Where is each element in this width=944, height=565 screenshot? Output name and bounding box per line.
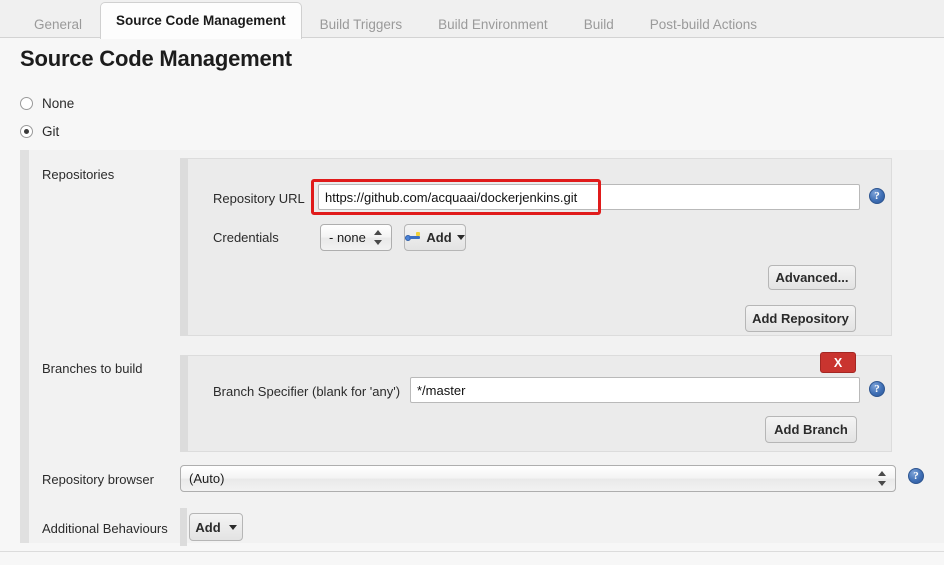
scm-option-none[interactable]: None (20, 94, 74, 112)
radio-none-icon[interactable] (20, 96, 33, 110)
add-branch-button-label: Add Branch (774, 422, 848, 437)
branch-block-indicator (180, 355, 187, 452)
add-behaviour-button-label: Add (195, 519, 221, 535)
repository-browser-select[interactable]: (Auto) (180, 465, 896, 492)
scm-option-none-label: None (42, 95, 75, 111)
git-section-indicator (20, 150, 29, 543)
select-arrows-icon (374, 230, 383, 245)
advanced-button[interactable]: Advanced... (768, 265, 856, 290)
bottom-divider (0, 551, 944, 552)
tab-general[interactable]: General (16, 9, 100, 39)
chevron-down-icon (456, 235, 465, 240)
tab-bar: General Source Code Management Build Tri… (0, 0, 944, 39)
advanced-button-label: Advanced... (775, 270, 849, 285)
help-icon-branch-specifier[interactable]: ? (869, 381, 885, 397)
tab-build[interactable]: Build (566, 9, 632, 39)
branches-section-label: Branches to build (42, 361, 143, 376)
repository-url-input[interactable] (318, 184, 860, 210)
tab-build-environment[interactable]: Build Environment (420, 9, 566, 39)
credentials-select-value: - none - (329, 230, 368, 245)
key-icon (405, 232, 421, 243)
page-title: Source Code Management (20, 46, 292, 71)
tab-source-code-management[interactable]: Source Code Management (100, 2, 302, 39)
credentials-label: Credentials (213, 230, 279, 245)
radio-git-icon[interactable] (20, 124, 33, 138)
repository-block-indicator (180, 158, 187, 336)
branch-specifier-input[interactable] (410, 377, 860, 403)
tab-build-triggers[interactable]: Build Triggers (302, 9, 421, 39)
branch-specifier-label: Branch Specifier (blank for 'any') (213, 384, 401, 399)
add-credentials-label: Add (426, 230, 452, 245)
add-repository-button[interactable]: Add Repository (745, 305, 856, 332)
help-icon-repository-url[interactable]: ? (869, 188, 885, 204)
scm-option-git[interactable]: Git (20, 122, 59, 140)
credentials-select[interactable]: - none - (320, 224, 392, 251)
add-behaviour-button[interactable]: Add (189, 513, 243, 541)
repositories-section-label: Repositories (42, 167, 115, 182)
chevron-down-icon (228, 524, 237, 530)
delete-branch-button[interactable]: X (820, 352, 856, 373)
repository-browser-value: (Auto) (189, 471, 225, 486)
scm-option-git-label: Git (42, 123, 60, 139)
repository-browser-label: Repository browser (42, 472, 154, 487)
add-branch-button[interactable]: Add Branch (765, 416, 857, 443)
add-credentials-button[interactable]: Add (404, 224, 466, 251)
repository-url-label: Repository URL (213, 191, 305, 206)
additional-behaviours-label: Additional Behaviours (42, 521, 168, 536)
select-arrows-icon (878, 471, 887, 486)
add-repository-button-label: Add Repository (752, 311, 849, 326)
tab-post-build-actions[interactable]: Post-build Actions (632, 9, 775, 39)
help-icon-repository-browser[interactable]: ? (908, 468, 924, 484)
additional-behaviours-indicator (180, 508, 187, 546)
